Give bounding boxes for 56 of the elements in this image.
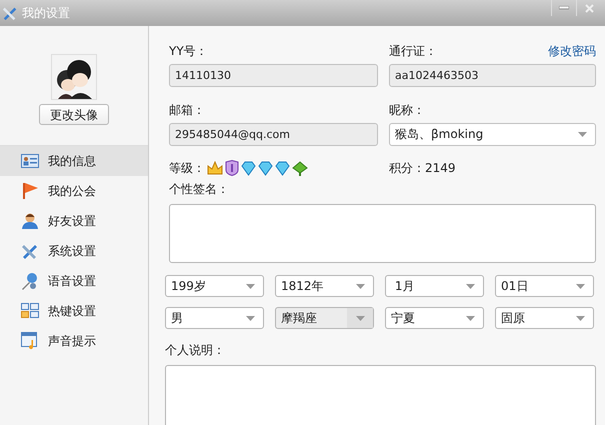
field-label: 昵称：: [389, 102, 425, 119]
caret-icon: [356, 316, 364, 320]
input-field[interactable]: 14110130: [169, 64, 378, 87]
minimize-icon: [559, 6, 569, 10]
close-icon: [584, 4, 594, 12]
dropdown[interactable]: 固原: [495, 307, 594, 329]
field-label: 个人说明：: [165, 342, 225, 359]
field-label: 通行证：: [389, 43, 437, 60]
caret-icon: [356, 284, 364, 288]
field-label: 邮箱：: [169, 102, 205, 119]
keyboard-keys-icon: [21, 303, 39, 319]
sidebar-item[interactable]: 我的信息: [0, 146, 148, 176]
caret-icon: [246, 284, 254, 288]
dropdown[interactable]: 宁夏: [385, 307, 484, 329]
window-title: 我的设置: [22, 4, 71, 22]
caret-icon: [576, 316, 584, 320]
signature-text-area[interactable]: [169, 204, 596, 263]
sidebar-item[interactable]: 热键设置: [0, 296, 148, 326]
caret-icon: [576, 284, 584, 288]
leaf-icon: [292, 160, 308, 176]
change-avatar-button[interactable]: 更改头像: [39, 104, 109, 125]
flag-icon: [21, 182, 39, 200]
caret-icon: [466, 316, 474, 320]
caret-icon: [246, 316, 254, 320]
description-text-area[interactable]: [165, 365, 596, 425]
field-label: YY号：: [169, 43, 208, 60]
sidebar-item[interactable]: 我的公会: [0, 176, 148, 206]
diamond-icon: [275, 160, 290, 176]
crown-icon: [207, 161, 223, 175]
dropdown[interactable]: 猴岛、βmoking: [389, 123, 596, 146]
sidebar-item[interactable]: 系统设置: [0, 236, 148, 266]
field-label: 个性签名：: [169, 181, 229, 198]
tools-icon: [21, 242, 39, 260]
dropdown[interactable]: 1812年: [275, 275, 374, 297]
diamond-icon: [241, 160, 256, 176]
dropdown[interactable]: 199岁: [165, 275, 264, 297]
dropdown[interactable]: 01日: [495, 275, 594, 297]
caret-icon: [578, 132, 586, 137]
note-window-icon: [21, 332, 39, 350]
field-label: 等级：: [169, 160, 205, 176]
tools-icon: [2, 5, 18, 21]
person-icon: [21, 212, 39, 230]
microphone-icon: [21, 272, 39, 290]
sidebar-item[interactable]: 声音提示: [0, 326, 148, 356]
dropdown[interactable]: 1月: [385, 275, 484, 297]
id-card-icon: [21, 154, 39, 168]
input-field[interactable]: aa1024463503: [389, 64, 596, 87]
sidebar-item[interactable]: 语音设置: [0, 266, 148, 296]
points-text: 积分：2149: [389, 160, 456, 176]
dropdown[interactable]: 男: [165, 307, 264, 329]
input-field[interactable]: 295485044@qq.com: [169, 123, 378, 146]
shield-icon: [225, 160, 239, 176]
sidebar-item[interactable]: 好友设置: [0, 206, 148, 236]
diamond-icon: [258, 160, 273, 176]
change-password-link[interactable]: 修改密码: [548, 43, 596, 60]
caret-icon: [466, 284, 474, 288]
